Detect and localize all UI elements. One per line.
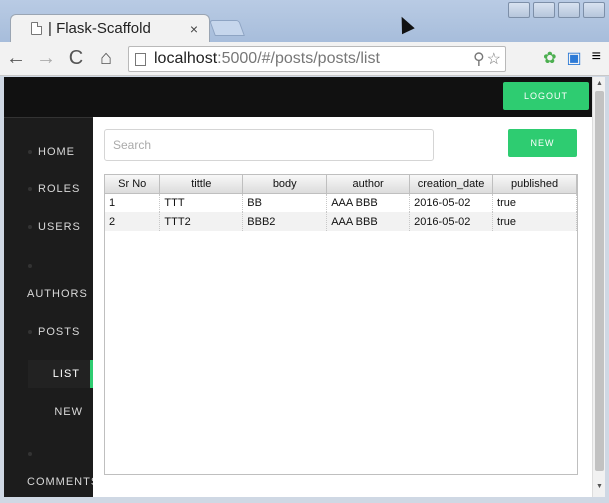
tab-title: | Flask-Scaffold bbox=[48, 20, 151, 37]
main-content: NEW Sr No tittle body author creation_da… bbox=[93, 117, 592, 497]
sidebar-item-users[interactable]: USERS bbox=[28, 221, 81, 233]
extension-icons: ✿ ▣ ≡ bbox=[543, 48, 601, 68]
extension-icon[interactable]: ▣ bbox=[567, 48, 582, 68]
url-path: :5000/#/posts/posts/list bbox=[217, 50, 380, 67]
bullet-icon bbox=[28, 150, 32, 155]
user-icon[interactable] bbox=[508, 2, 530, 18]
bullet-icon bbox=[28, 330, 32, 335]
sidebar-bullet bbox=[28, 260, 38, 272]
sidebar-subitem-label: NEW bbox=[54, 406, 83, 418]
table-cell: BBB2 bbox=[242, 212, 328, 231]
reload-button[interactable]: C bbox=[62, 45, 90, 73]
url-text: localhost:5000/#/posts/posts/list bbox=[154, 50, 473, 68]
sidebar-subitem-list[interactable]: LIST bbox=[28, 360, 93, 388]
table-cell: 1 bbox=[105, 193, 161, 212]
sidebar-item-label: AUTHORS bbox=[27, 288, 88, 300]
sidebar-subitem-label: LIST bbox=[52, 368, 80, 380]
forward-button[interactable]: → bbox=[32, 45, 60, 73]
sidebar-item-label: USERS bbox=[38, 221, 81, 233]
page-scrollbar[interactable]: ▲ ▼ bbox=[592, 77, 605, 497]
table-cell: true bbox=[492, 193, 577, 212]
bullet-icon bbox=[28, 187, 32, 192]
search-input[interactable] bbox=[104, 129, 434, 161]
sidebar-item-label: COMMENTS bbox=[27, 476, 100, 488]
sidebar-subitem-new[interactable]: NEW bbox=[28, 398, 93, 426]
scroll-up-icon[interactable]: ▲ bbox=[596, 80, 603, 87]
sidebar-item-comments[interactable]: COMMENTS bbox=[27, 476, 99, 488]
sidebar-item-label: POSTS bbox=[38, 326, 81, 338]
omnibox-icons: ⚲ ☆ bbox=[473, 49, 501, 69]
table-cell: AAA BBB bbox=[326, 193, 411, 212]
sidebar-item-home[interactable]: HOME bbox=[28, 146, 75, 158]
table-cell: 2016-05-02 bbox=[409, 212, 494, 231]
posts-table: Sr No tittle body author creation_date p… bbox=[105, 175, 577, 231]
bullet-icon bbox=[28, 452, 32, 457]
sidebar-item-posts[interactable]: POSTS bbox=[28, 326, 80, 338]
address-bar[interactable]: localhost:5000/#/posts/posts/list ⚲ ☆ bbox=[128, 46, 506, 72]
table-cell: AAA BBB bbox=[326, 212, 411, 231]
column-header[interactable]: published bbox=[492, 175, 577, 194]
sidebar-item-roles[interactable]: ROLES bbox=[28, 183, 80, 195]
column-header[interactable]: author bbox=[326, 175, 411, 194]
table-row[interactable]: 2 TTT2 BBB2 AAA BBB 2016-05-02 true bbox=[105, 212, 577, 231]
new-post-button[interactable]: NEW bbox=[508, 129, 577, 157]
table-row[interactable]: 1 TTT BB AAA BBB 2016-05-02 true bbox=[105, 193, 577, 212]
close-tab-icon[interactable]: × bbox=[185, 21, 203, 37]
table-cell: 2016-05-02 bbox=[409, 193, 494, 212]
table-cell: BB bbox=[242, 193, 328, 212]
table-cell: TTT2 bbox=[159, 212, 244, 231]
minimize-icon[interactable] bbox=[533, 2, 555, 18]
new-tab-button[interactable] bbox=[209, 20, 245, 36]
window-controls bbox=[508, 2, 605, 18]
back-button[interactable]: ← bbox=[2, 45, 30, 73]
bullet-icon bbox=[28, 264, 32, 269]
close-window-icon[interactable] bbox=[583, 2, 605, 18]
home-button[interactable]: ⌂ bbox=[92, 45, 120, 73]
url-host: localhost bbox=[154, 50, 218, 67]
maximize-icon[interactable] bbox=[558, 2, 580, 18]
scrollbar-thumb[interactable] bbox=[595, 91, 604, 471]
logout-button[interactable]: LOGOUT bbox=[503, 82, 589, 110]
column-header[interactable]: creation_date bbox=[409, 175, 494, 194]
browser-toolbar: ← → C ⌂ localhost:5000/#/posts/posts/lis… bbox=[0, 42, 609, 76]
mouse-cursor-icon bbox=[395, 13, 415, 35]
column-header[interactable]: Sr No bbox=[105, 175, 161, 194]
tab-strip: | Flask-Scaffold × bbox=[0, 0, 609, 42]
page-viewport: LOGOUT HOME ROLES USERS AUTHORS POSTS LI… bbox=[4, 77, 592, 497]
page-icon bbox=[31, 22, 42, 35]
column-header[interactable]: body bbox=[242, 175, 328, 194]
sidebar-item-authors[interactable]: AUTHORS bbox=[27, 288, 88, 300]
sidebar-item-label: ROLES bbox=[38, 183, 81, 195]
posts-grid: Sr No tittle body author creation_date p… bbox=[104, 174, 578, 475]
browser-tab[interactable]: | Flask-Scaffold × bbox=[10, 14, 210, 42]
star-icon[interactable]: ☆ bbox=[487, 49, 501, 69]
column-header[interactable]: tittle bbox=[159, 175, 244, 194]
app-topbar: LOGOUT bbox=[4, 77, 592, 117]
page-icon bbox=[135, 52, 146, 66]
table-cell: true bbox=[492, 212, 577, 231]
browser-window: | Flask-Scaffold × ← → C ⌂ localhost:500… bbox=[0, 0, 609, 503]
bullet-icon bbox=[28, 225, 32, 230]
sidebar: HOME ROLES USERS AUTHORS POSTS LIST NEW … bbox=[4, 117, 98, 497]
table-cell: 2 bbox=[105, 212, 161, 231]
table-header-row: Sr No tittle body author creation_date p… bbox=[105, 175, 577, 194]
search-icon[interactable]: ⚲ bbox=[473, 49, 485, 69]
extension-icon[interactable]: ✿ bbox=[543, 48, 556, 68]
scroll-down-icon[interactable]: ▼ bbox=[596, 483, 603, 490]
sidebar-bullet bbox=[28, 448, 38, 460]
table-cell: TTT bbox=[159, 193, 244, 212]
sidebar-item-label: HOME bbox=[38, 146, 75, 158]
menu-icon[interactable]: ≡ bbox=[592, 48, 601, 68]
